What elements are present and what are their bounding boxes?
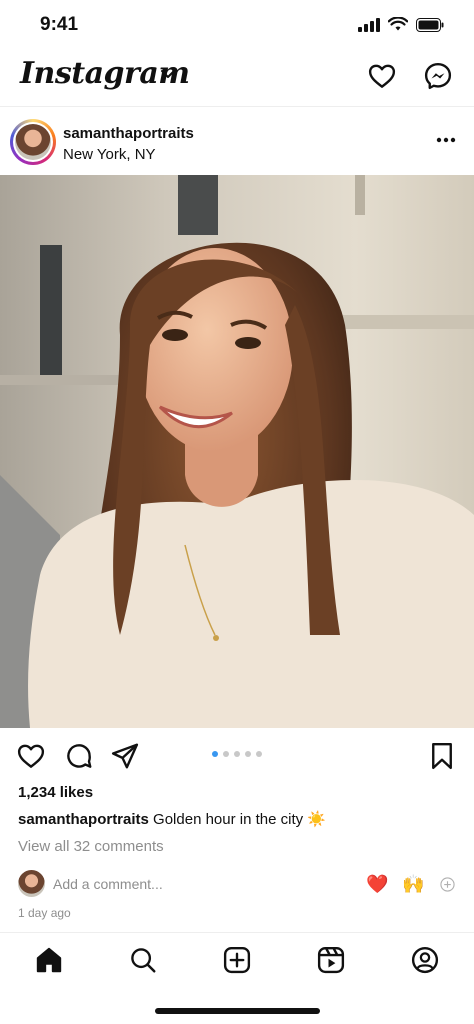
post-location[interactable]: New York, NY <box>63 146 156 163</box>
post-username[interactable]: samanthaportraits <box>63 125 194 142</box>
create-icon[interactable] <box>222 945 252 975</box>
heart-reaction-emoji[interactable]: ❤️ <box>366 874 388 895</box>
carousel-dot <box>234 751 240 757</box>
status-bar: 9:41 <box>0 0 474 50</box>
carousel-indicator <box>212 751 262 757</box>
comment-icon[interactable] <box>64 741 94 771</box>
heart-icon[interactable] <box>367 61 397 91</box>
post-timestamp: 1 day ago <box>18 906 71 920</box>
home-indicator[interactable] <box>155 1008 320 1014</box>
avatar <box>18 870 45 897</box>
likes-count[interactable]: 1,234 likes <box>18 784 93 801</box>
caption-text: Golden hour in the city <box>153 811 304 828</box>
post-header: samanthaportraits New York, NY <box>0 107 474 175</box>
view-all-comments-link[interactable]: View all 32 comments <box>18 838 164 855</box>
add-reaction-icon[interactable] <box>440 877 455 892</box>
system-indicators <box>358 17 444 32</box>
avatar <box>15 124 51 160</box>
bottom-tab-bar <box>0 932 474 993</box>
carousel-dot <box>223 751 229 757</box>
raised-hands-reaction-emoji[interactable]: 🙌 <box>402 874 424 895</box>
story-ring-avatar[interactable] <box>10 119 56 165</box>
search-icon[interactable] <box>128 945 158 975</box>
post-photo[interactable] <box>0 175 474 728</box>
reels-icon[interactable] <box>316 945 346 975</box>
post-caption: samanthaportraits Golden hour in the cit… <box>18 810 326 828</box>
home-icon[interactable] <box>34 945 64 975</box>
sun-emoji: ☀️ <box>307 811 326 828</box>
cellular-signal-icon <box>358 17 380 32</box>
battery-icon <box>416 17 444 32</box>
save-icon[interactable] <box>428 741 456 771</box>
share-icon[interactable] <box>110 741 140 771</box>
chevron-down-icon[interactable] <box>160 68 176 80</box>
app-header: Instagram <box>0 50 474 107</box>
add-comment-row: Add a comment... ❤️ 🙌 <box>0 866 474 902</box>
caption-username[interactable]: samanthaportraits <box>18 811 149 828</box>
carousel-dot <box>245 751 251 757</box>
profile-icon[interactable] <box>410 945 440 975</box>
portrait-image <box>0 175 474 728</box>
messenger-icon[interactable] <box>423 61 453 91</box>
like-icon[interactable] <box>16 741 46 771</box>
status-time: 9:41 <box>40 14 79 35</box>
wifi-icon <box>388 17 408 31</box>
carousel-dot <box>256 751 262 757</box>
add-comment-input[interactable]: Add a comment... <box>53 876 163 892</box>
more-options-icon[interactable] <box>436 137 456 143</box>
carousel-dot-active <box>212 751 218 757</box>
post-action-bar <box>0 728 474 784</box>
